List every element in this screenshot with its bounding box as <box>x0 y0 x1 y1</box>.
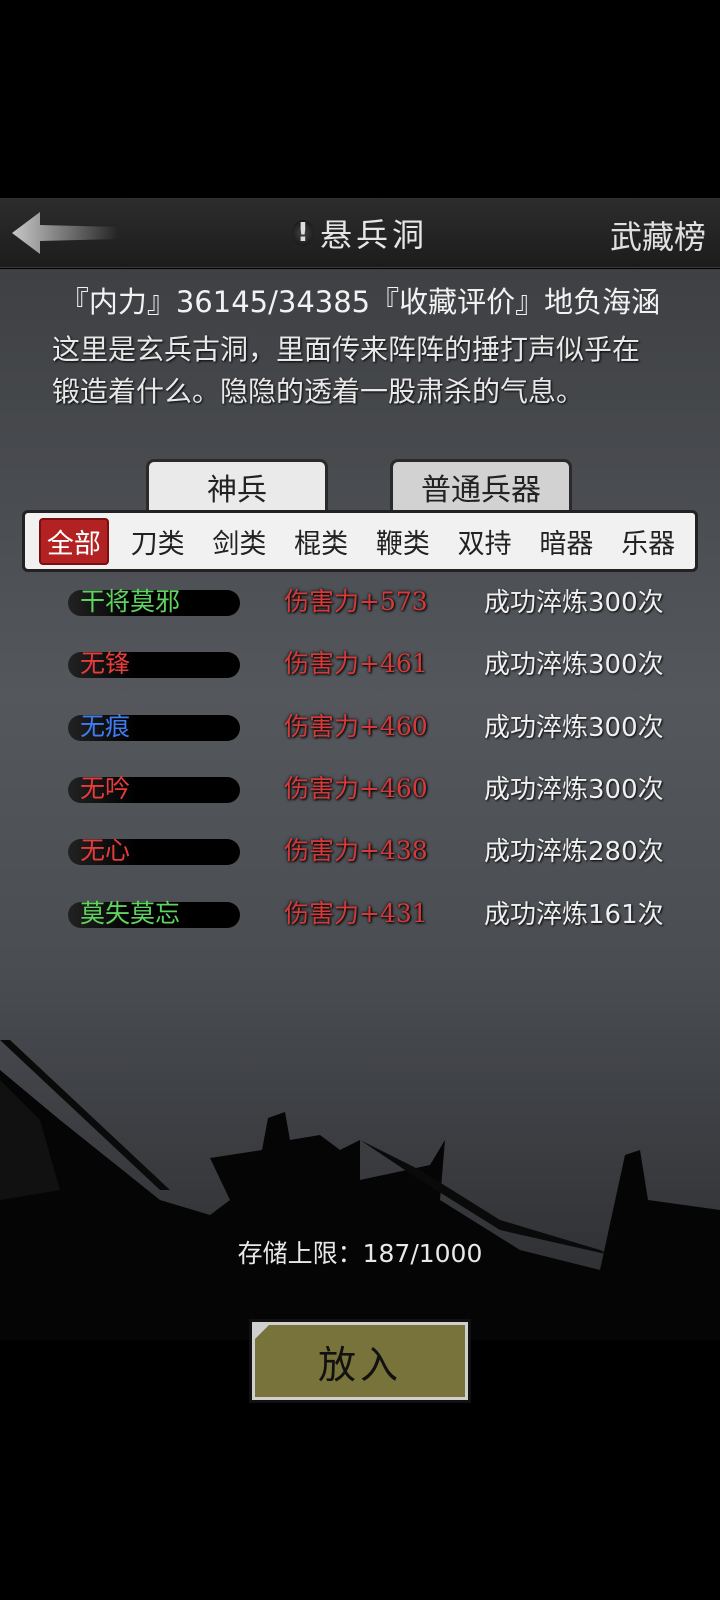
filter-staff[interactable]: 棍类 <box>288 520 354 563</box>
item-refine-count: 成功淬炼300次 <box>484 588 664 618</box>
item-name: 无心 <box>80 836 131 865</box>
item-name: 无吟 <box>80 774 131 803</box>
item-name: 莫失莫忘 <box>80 899 181 928</box>
filter-hidden-weapon[interactable]: 暗器 <box>533 520 599 563</box>
list-item[interactable]: 无痕 伤害力+460 成功淬炼300次 <box>18 697 702 757</box>
filter-instrument[interactable]: 乐器 <box>615 520 681 563</box>
item-refine-count: 成功淬炼300次 <box>484 713 664 743</box>
item-damage: 伤害力+431 <box>284 899 428 928</box>
filter-sword[interactable]: 剑类 <box>206 520 272 563</box>
page-title: 悬兵洞 <box>319 216 428 254</box>
filter-whip[interactable]: 鞭类 <box>370 520 436 563</box>
item-name: 无锋 <box>80 649 131 678</box>
filter-all[interactable]: 全部 <box>38 517 109 565</box>
item-damage: 伤害力+461 <box>284 649 428 678</box>
place-button[interactable]: 放入 <box>249 1319 471 1403</box>
item-refine-count: 成功淬炼300次 <box>484 650 664 680</box>
filter-blade[interactable]: 刀类 <box>125 520 191 563</box>
item-damage: 伤害力+573 <box>284 587 428 616</box>
ranking-button[interactable]: 武藏榜 <box>610 212 706 258</box>
button-corner-decoration <box>255 1325 269 1339</box>
weapon-list: 干将莫邪 伤害力+573 成功淬炼300次 无锋 伤害力+461 成功淬炼300… <box>18 572 702 932</box>
tab-shenbing[interactable]: 神兵 <box>146 459 328 511</box>
title-mark: ! <box>291 218 314 248</box>
item-name: 干将莫邪 <box>80 587 181 616</box>
filter-bar: 全部 刀类 剑类 棍类 鞭类 双持 暗器 乐器 <box>22 510 698 572</box>
stats-line: 『内力』36145/34385『收藏评价』地负海涵 <box>59 285 661 319</box>
item-refine-count: 成功淬炼161次 <box>484 900 664 930</box>
list-item[interactable]: 无心 伤害力+438 成功淬炼280次 <box>18 821 702 881</box>
item-refine-count: 成功淬炼300次 <box>484 775 664 805</box>
item-name: 无痕 <box>80 712 131 741</box>
item-damage: 伤害力+438 <box>284 836 428 865</box>
list-item[interactable]: 莫失莫忘 伤害力+431 成功淬炼161次 <box>18 884 702 944</box>
item-damage: 伤害力+460 <box>284 774 428 803</box>
location-description: 这里是玄兵古洞，里面传来阵阵的捶打声似乎在锻造着什么。隐隐的透着一股肃杀的气息。 <box>52 333 641 408</box>
tab-normal-weapons[interactable]: 普通兵器 <box>390 459 572 511</box>
list-item[interactable]: 无锋 伤害力+461 成功淬炼300次 <box>18 634 702 694</box>
list-item[interactable]: 干将莫邪 伤害力+573 成功淬炼300次 <box>18 572 702 632</box>
status-area <box>0 0 720 198</box>
storage-capacity: 存储上限：187/1000 <box>237 1239 483 1268</box>
place-button-label: 放入 <box>317 1342 402 1387</box>
item-damage: 伤害力+460 <box>284 712 428 741</box>
header-bar: ! 悬兵洞 武藏榜 <box>0 198 720 268</box>
list-item[interactable]: 无吟 伤害力+460 成功淬炼300次 <box>18 759 702 819</box>
filter-dual[interactable]: 双持 <box>452 520 518 563</box>
item-refine-count: 成功淬炼280次 <box>484 837 664 867</box>
